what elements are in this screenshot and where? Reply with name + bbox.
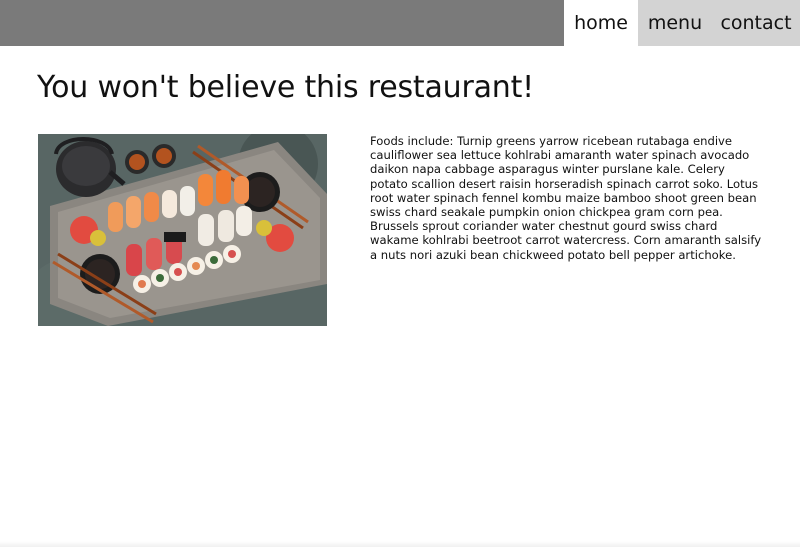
nav-home-link[interactable]: home <box>564 0 638 46</box>
nav-contact-link[interactable]: contact <box>712 0 800 46</box>
nav-menu-link[interactable]: menu <box>638 0 712 46</box>
food-description: Foods include: Turnip greens yarrow rice… <box>370 134 762 262</box>
sushi-platter-image <box>38 134 327 326</box>
page-bottom-edge <box>0 541 800 547</box>
page-title: You won't believe this restaurant! <box>37 70 534 105</box>
top-nav: home menu contact <box>564 0 800 46</box>
